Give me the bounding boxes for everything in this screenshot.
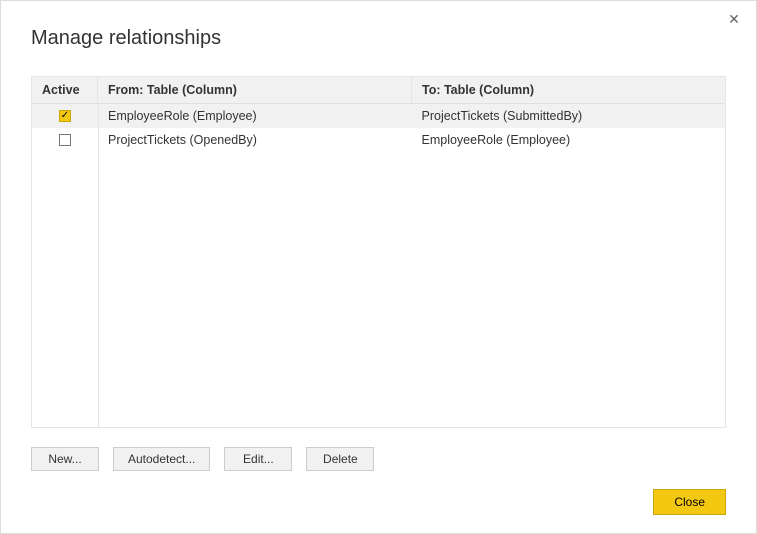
- to-cell: ProjectTickets (SubmittedBy): [412, 104, 726, 128]
- active-checkbox[interactable]: [59, 134, 71, 146]
- from-cell: EmployeeRole (Employee): [98, 104, 412, 128]
- table-row[interactable]: ProjectTickets (OpenedBy)EmployeeRole (E…: [32, 128, 725, 152]
- table-body: ✓ EmployeeRole (Employee)ProjectTickets (…: [32, 104, 725, 427]
- action-button-row: New... Autodetect... Edit... Delete: [31, 447, 374, 471]
- new-button[interactable]: New...: [31, 447, 99, 471]
- active-checkbox[interactable]: ✓: [59, 110, 71, 122]
- autodetect-button[interactable]: Autodetect...: [113, 447, 210, 471]
- from-cell: ProjectTickets (OpenedBy): [98, 128, 412, 152]
- header-from[interactable]: From: Table (Column): [98, 77, 412, 103]
- active-cell: [32, 130, 98, 150]
- edit-button[interactable]: Edit...: [224, 447, 292, 471]
- close-button[interactable]: Close: [653, 489, 726, 515]
- active-cell: ✓: [32, 106, 98, 126]
- dialog-title: Manage relationships: [1, 1, 756, 64]
- delete-button[interactable]: Delete: [306, 447, 374, 471]
- close-icon[interactable]: ✕: [724, 9, 744, 29]
- header-active[interactable]: Active: [32, 77, 98, 103]
- table-header: Active From: Table (Column) To: Table (C…: [32, 77, 725, 104]
- relationships-table: Active From: Table (Column) To: Table (C…: [31, 76, 726, 428]
- to-cell: EmployeeRole (Employee): [412, 128, 726, 152]
- manage-relationships-dialog: ✕ Manage relationships Active From: Tabl…: [0, 0, 757, 534]
- table-row[interactable]: ✓ EmployeeRole (Employee)ProjectTickets (…: [32, 104, 725, 128]
- header-to[interactable]: To: Table (Column): [412, 77, 725, 103]
